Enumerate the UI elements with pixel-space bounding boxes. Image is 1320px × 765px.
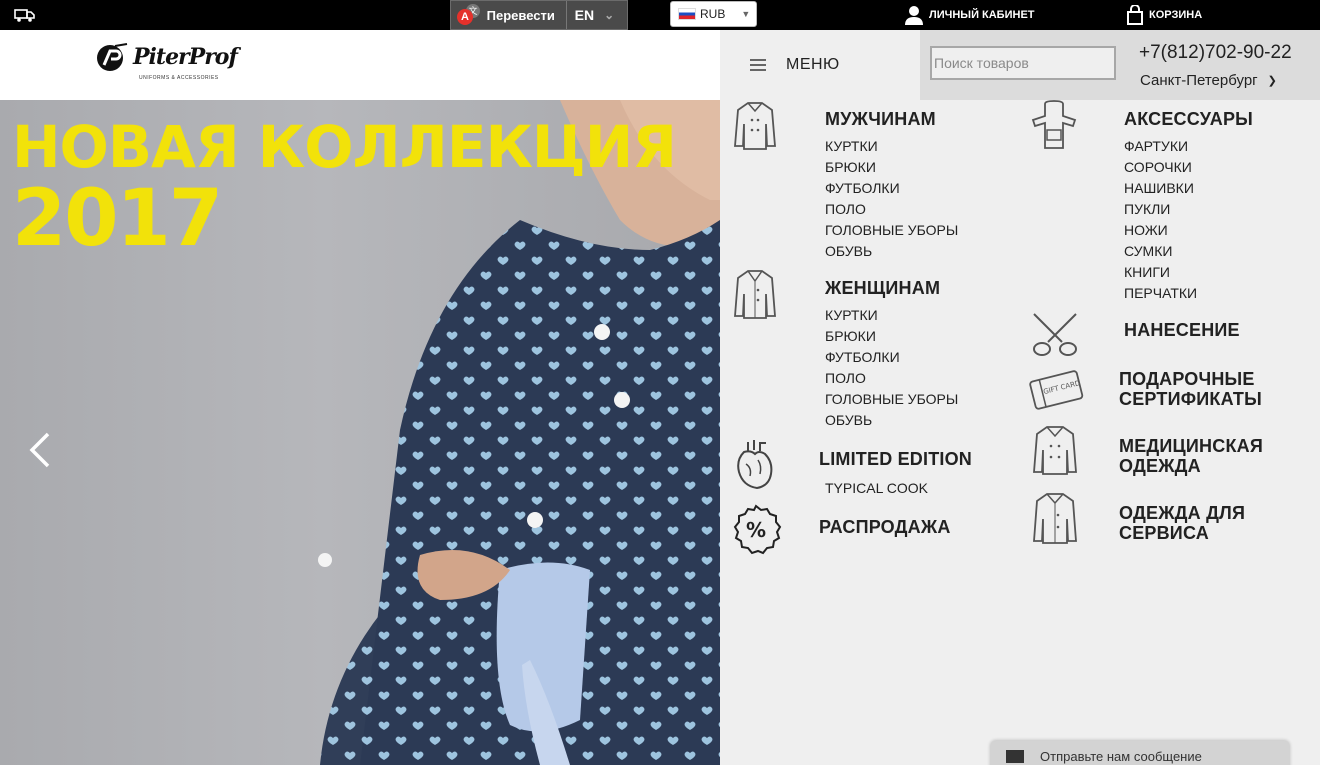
site-logo[interactable]: PiterProf UNIFORMS & ACCESSORIES	[95, 42, 238, 81]
logo-tagline: UNIFORMS & ACCESSORIES	[139, 75, 219, 81]
currency-select[interactable]: RUB ▼	[670, 1, 757, 27]
women-subcategories: КУРТКИ БРЮКИ ФУТБОЛКИ ПОЛО ГОЛОВНЫЕ УБОР…	[825, 305, 958, 431]
menu-item[interactable]: ФУТБОЛКИ	[825, 178, 958, 199]
menu-label: МЕНЮ	[786, 56, 840, 73]
category-sale[interactable]: РАСПРОДАЖА	[819, 517, 951, 537]
menu-item[interactable]: БРЮКИ	[825, 157, 958, 178]
hero-title: НОВАЯ КОЛЛЕКЦИЯ 2017	[12, 110, 677, 264]
menu-toggle[interactable]: МЕНЮ	[720, 30, 920, 100]
chevron-down-icon: ❯	[1267, 75, 1277, 87]
category-men[interactable]: МУЖЧИНАМ	[825, 109, 936, 129]
menu-item[interactable]: КУРТКИ	[825, 305, 958, 326]
womens-jacket-icon	[734, 270, 776, 319]
chat-label: Отправьте нам сообщение	[1040, 748, 1202, 764]
hero-slider[interactable]: НОВАЯ КОЛЛЕКЦИЯ 2017	[0, 100, 720, 765]
scissors-icon	[1033, 313, 1077, 356]
limited-subcategories: TYPICAL COOK	[825, 478, 928, 499]
user-icon	[905, 6, 923, 25]
translate-icon: 文A	[455, 2, 481, 28]
top-bar: 文A Перевести EN ⌄ RUB ▼ ЛИЧНЫЙ КАБИНЕТ К…	[0, 0, 1320, 30]
medical-title-line1: МЕДИЦИНСКАЯ	[1119, 436, 1263, 456]
category-service-clothing[interactable]: ОДЕЖДА ДЛЯ СЕРВИСА	[1119, 503, 1245, 543]
translate-widget[interactable]: 文A Перевести EN ⌄	[450, 0, 628, 30]
menu-item[interactable]: TYPICAL COOK	[825, 478, 928, 499]
category-accessories[interactable]: АКСЕССУАРЫ	[1124, 109, 1253, 129]
logo-mark-icon	[97, 43, 128, 71]
menu-item[interactable]: ГОЛОВНЫЕ УБОРЫ	[825, 389, 958, 410]
account-label: ЛИЧНЫЙ КАБИНЕТ	[929, 9, 1035, 21]
svg-text:GIFT CARD: GIFT CARD	[1043, 379, 1082, 396]
category-printing[interactable]: НАНЕСЕНИЕ	[1124, 320, 1240, 340]
catalog-menu-panel: МУЖЧИНАМ КУРТКИ БРЮКИ ФУТБОЛКИ ПОЛО ГОЛО…	[720, 100, 1320, 765]
mens-jacket-icon	[734, 102, 776, 150]
medical-title-line2: ОДЕЖДА	[1119, 456, 1201, 476]
menu-item[interactable]: ОБУВЬ	[825, 410, 958, 431]
hamburger-icon	[750, 56, 766, 74]
service-title-line2: СЕРВИСА	[1119, 523, 1209, 543]
category-limited-edition[interactable]: LIMITED EDITION	[819, 449, 972, 469]
service-title-line1: ОДЕЖДА ДЛЯ	[1119, 503, 1246, 523]
menu-item[interactable]: ПОЛО	[825, 368, 958, 389]
logo-wordmark: PiterProf	[133, 44, 238, 70]
city-select[interactable]: Санкт-Петербург ❯	[1140, 72, 1277, 89]
phone-number[interactable]: +7(812)702-90-22	[1139, 42, 1292, 64]
hero-title-line1: НОВАЯ КОЛЛЕКЦИЯ	[12, 113, 677, 181]
menu-item[interactable]: КНИГИ	[1124, 262, 1197, 283]
logo-area: PiterProf UNIFORMS & ACCESSORIES	[0, 30, 720, 100]
translate-label[interactable]: Перевести	[487, 8, 566, 23]
service-jacket-icon	[1033, 493, 1077, 544]
menu-item[interactable]: КУРТКИ	[825, 136, 958, 157]
caret-down-icon: ▼	[741, 9, 751, 19]
language-select[interactable]: EN ⌄	[565, 1, 627, 29]
menu-item[interactable]: ПЕРЧАТКИ	[1124, 283, 1197, 304]
medical-coat-icon	[1033, 426, 1077, 475]
gift-title-line1: ПОДАРОЧНЫЕ	[1119, 369, 1255, 389]
cart-link[interactable]: КОРЗИНА	[1127, 0, 1202, 30]
svg-text:%: %	[746, 518, 766, 542]
menu-item[interactable]: СУМКИ	[1124, 241, 1197, 262]
men-subcategories: КУРТКИ БРЮКИ ФУТБОЛКИ ПОЛО ГОЛОВНЫЕ УБОР…	[825, 136, 958, 262]
shopping-bag-icon	[1127, 5, 1143, 25]
currency-value: RUB	[700, 7, 726, 21]
category-gift-certificates[interactable]: ПОДАРОЧНЫЕ СЕРТИФИКАТЫ	[1119, 369, 1262, 409]
russia-flag-icon	[678, 8, 696, 20]
accessories-subcategories: ФАРТУКИ СОРОЧКИ НАШИВКИ ПУКЛИ НОЖИ СУМКИ…	[1124, 136, 1197, 304]
category-medical-clothing[interactable]: МЕДИЦИНСКАЯ ОДЕЖДА	[1119, 436, 1263, 476]
envelope-icon	[1006, 749, 1024, 763]
menu-item[interactable]: ПОЛО	[825, 199, 958, 220]
menu-item[interactable]: НАШИВКИ	[1124, 178, 1197, 199]
gift-card-icon: GIFT CARD	[1029, 370, 1084, 410]
menu-item[interactable]: НОЖИ	[1124, 220, 1197, 241]
chat-widget[interactable]: Отправьте нам сообщение	[990, 741, 1290, 765]
header-search-area: +7(812)702-90-22 Санкт-Петербург ❯	[920, 30, 1320, 100]
cart-label: КОРЗИНА	[1149, 9, 1203, 21]
delivery-truck-icon[interactable]	[14, 7, 36, 23]
anatomical-heart-icon	[737, 440, 773, 490]
city-value: Санкт-Петербург	[1140, 72, 1258, 89]
menu-item[interactable]: СОРОЧКИ	[1124, 157, 1197, 178]
menu-item[interactable]: ГОЛОВНЫЕ УБОРЫ	[825, 220, 958, 241]
sale-percent-badge-icon: %	[733, 504, 782, 555]
chevron-down-icon: ⌄	[604, 8, 615, 22]
menu-item[interactable]: ПУКЛИ	[1124, 199, 1197, 220]
hero-title-line2: 2017	[12, 174, 223, 264]
menu-item[interactable]: ФУТБОЛКИ	[825, 347, 958, 368]
menu-item[interactable]: ФАРТУКИ	[1124, 136, 1197, 157]
search-input[interactable]	[930, 46, 1116, 80]
chevron-left-icon[interactable]	[26, 430, 54, 470]
account-link[interactable]: ЛИЧНЫЙ КАБИНЕТ	[905, 0, 1035, 30]
menu-item[interactable]: БРЮКИ	[825, 326, 958, 347]
category-women[interactable]: ЖЕНЩИНАМ	[825, 278, 940, 298]
menu-item[interactable]: ОБУВЬ	[825, 241, 958, 262]
apron-icon	[1031, 100, 1077, 149]
language-value: EN	[574, 7, 595, 23]
gift-title-line2: СЕРТИФИКАТЫ	[1119, 389, 1262, 409]
